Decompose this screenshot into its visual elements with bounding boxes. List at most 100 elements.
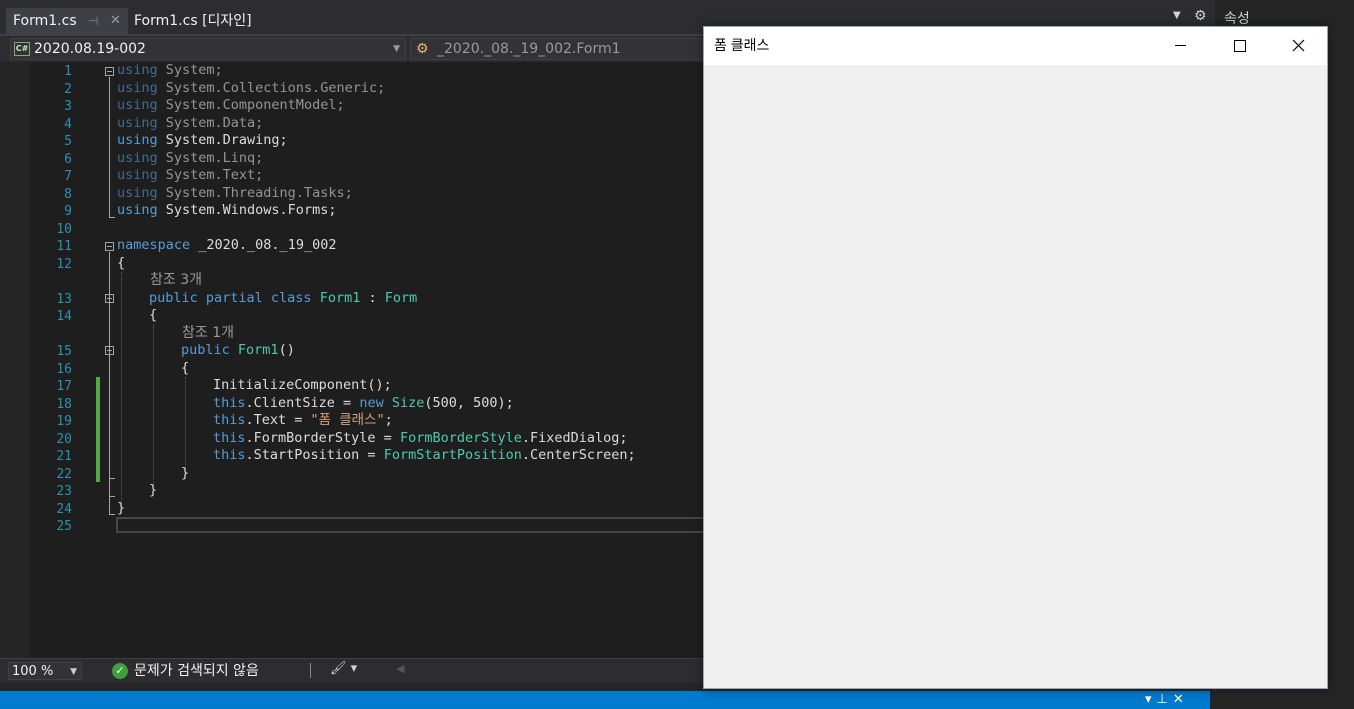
keyword: public [181, 342, 230, 358]
keyword: using [117, 114, 158, 131]
chevron-down-icon[interactable]: ▼ [70, 663, 77, 681]
pin-icon[interactable]: ⊣ [88, 8, 98, 34]
code-line-3: using System.ComponentModel; [117, 97, 345, 115]
collapse-icon[interactable] [105, 67, 114, 76]
tab-label: Form1.cs [디자인] [134, 13, 252, 29]
code-text: ; [384, 412, 393, 428]
class-icon: ⚙ [416, 41, 429, 57]
code-text: _2020._08._19_002 [190, 237, 337, 253]
code-text: System.Linq; [157, 149, 264, 166]
type-name: Form [384, 289, 418, 306]
collapse-icon[interactable] [105, 242, 114, 251]
code-line-20: this.FormBorderStyle = FormBorderStyle.F… [213, 430, 628, 448]
form-client-area[interactable] [704, 65, 1327, 688]
line-number: 10 [56, 221, 72, 237]
panel-buttons[interactable]: ▾⊥✕ [1145, 691, 1189, 709]
keyword: using [117, 167, 158, 183]
line-number: 3 [64, 99, 72, 114]
maximize-button[interactable] [1211, 27, 1267, 65]
code-text: System.Text; [157, 167, 264, 183]
zoom-level: 100 % [12, 664, 54, 679]
close-icon[interactable]: ✕ [110, 8, 121, 34]
line-number: 25 [56, 519, 72, 534]
tab-form1-designer[interactable]: Form1.cs [디자인] [128, 8, 308, 34]
type-name: FormStartPosition [383, 447, 522, 463]
outline-line [109, 356, 110, 478]
form-titlebar[interactable]: 폼 클래스 [704, 27, 1327, 65]
project-dropdown[interactable]: C# 2020.08.19-002 ▼ [10, 38, 406, 60]
keyword: using [117, 79, 158, 96]
collapse-icon[interactable] [105, 294, 114, 303]
line-number: 14 [56, 309, 72, 324]
line-number: 17 [56, 379, 72, 394]
code-text: System.Threading.Tasks; [157, 184, 353, 201]
line-number: 5 [64, 134, 72, 149]
line-number: 23 [56, 484, 72, 499]
line-number: 7 [64, 169, 72, 184]
scroll-left-icon[interactable]: ◀ [396, 662, 404, 675]
form-title: 폼 클래스 [714, 37, 770, 53]
code-line-2: using System.Collections.Generic; [117, 80, 385, 98]
code-text: System.Drawing; [157, 132, 288, 148]
line-number: 9 [64, 204, 72, 219]
code-line-13: public partial class Form1 : Form [149, 290, 417, 308]
minimize-button[interactable] [1153, 27, 1209, 65]
close-icon[interactable]: ✕ [1173, 692, 1189, 707]
collapse-icon[interactable] [105, 346, 114, 355]
chevron-down-icon[interactable]: ▼ [393, 39, 400, 59]
code-line-9: using System.Windows.Forms; [117, 202, 336, 220]
code-line-22: } [181, 464, 190, 481]
pin-icon[interactable]: ⊥ [1157, 692, 1173, 707]
code-line-16: { [181, 359, 190, 376]
type-name: FormBorderStyle [399, 429, 522, 446]
maximize-icon [1234, 40, 1246, 52]
code-text: .StartPosition = [245, 447, 384, 463]
dropdown-arrow-icon[interactable]: ▼ [1173, 10, 1181, 21]
keyword: using [117, 132, 158, 148]
line-number: 13 [56, 291, 72, 307]
line-number: 15 [56, 344, 72, 359]
code-line-15: public Form1() [181, 342, 295, 360]
line-number: 21 [56, 449, 72, 464]
code-line-12: { [117, 254, 126, 271]
code-text: .Text = [245, 412, 311, 428]
keyword: using [117, 62, 158, 78]
code-text: : [360, 289, 385, 306]
code-line-17: InitializeComponent(); [213, 377, 392, 393]
issues-indicator[interactable]: ✓ 문제가 검색되지 않음 [112, 661, 259, 681]
line-number: 11 [56, 239, 72, 254]
gear-icon[interactable]: ⚙ [1194, 8, 1207, 24]
class-name: _2020._08._19_002.Form1 [437, 41, 621, 57]
keyword: new [359, 394, 384, 411]
dropdown-arrow-icon[interactable]: ▾ [1145, 692, 1157, 707]
type-name: Form1 [319, 289, 361, 306]
class-dropdown[interactable]: ⚙ _2020._08._19_002.Form1 [410, 38, 710, 60]
check-circle-icon: ✓ [112, 663, 128, 679]
code-text: .CenterScreen; [521, 447, 636, 463]
properties-title: 속성 [1224, 11, 1250, 27]
zoom-dropdown[interactable]: 100 % ▼ [8, 662, 82, 680]
code-text: .ClientSize = [245, 394, 360, 411]
running-form-window[interactable]: 폼 클래스 [703, 26, 1328, 689]
indent-guide [185, 377, 186, 469]
code-line-7: using System.Text; [117, 167, 263, 185]
close-button[interactable] [1269, 27, 1325, 65]
line-number: 18 [56, 396, 72, 412]
outline-line [109, 496, 115, 497]
tab-form1-cs[interactable]: Form1.cs ⊣ ✕ [6, 8, 128, 34]
project-name: 2020.08.19-002 [34, 41, 146, 57]
code-text: System; [157, 62, 223, 78]
keyword: using [117, 149, 158, 166]
codelens-references[interactable]: 참조 1개 [182, 324, 234, 342]
line-number: 1 [64, 64, 72, 79]
minimize-icon [1175, 45, 1186, 46]
codelens-references[interactable]: 참조 3개 [150, 271, 202, 289]
line-number: 8 [64, 186, 72, 202]
code-line-23: } [149, 482, 158, 498]
code-text: System.ComponentModel; [157, 97, 345, 113]
code-line-18: this.ClientSize = new Size(500, 500); [213, 395, 514, 413]
code-text: System.Windows.Forms; [157, 202, 337, 218]
keyword: namespace [117, 237, 191, 253]
line-number: 16 [56, 361, 72, 377]
code-cleanup-icon[interactable]: 🖌 ▾ [330, 661, 357, 676]
